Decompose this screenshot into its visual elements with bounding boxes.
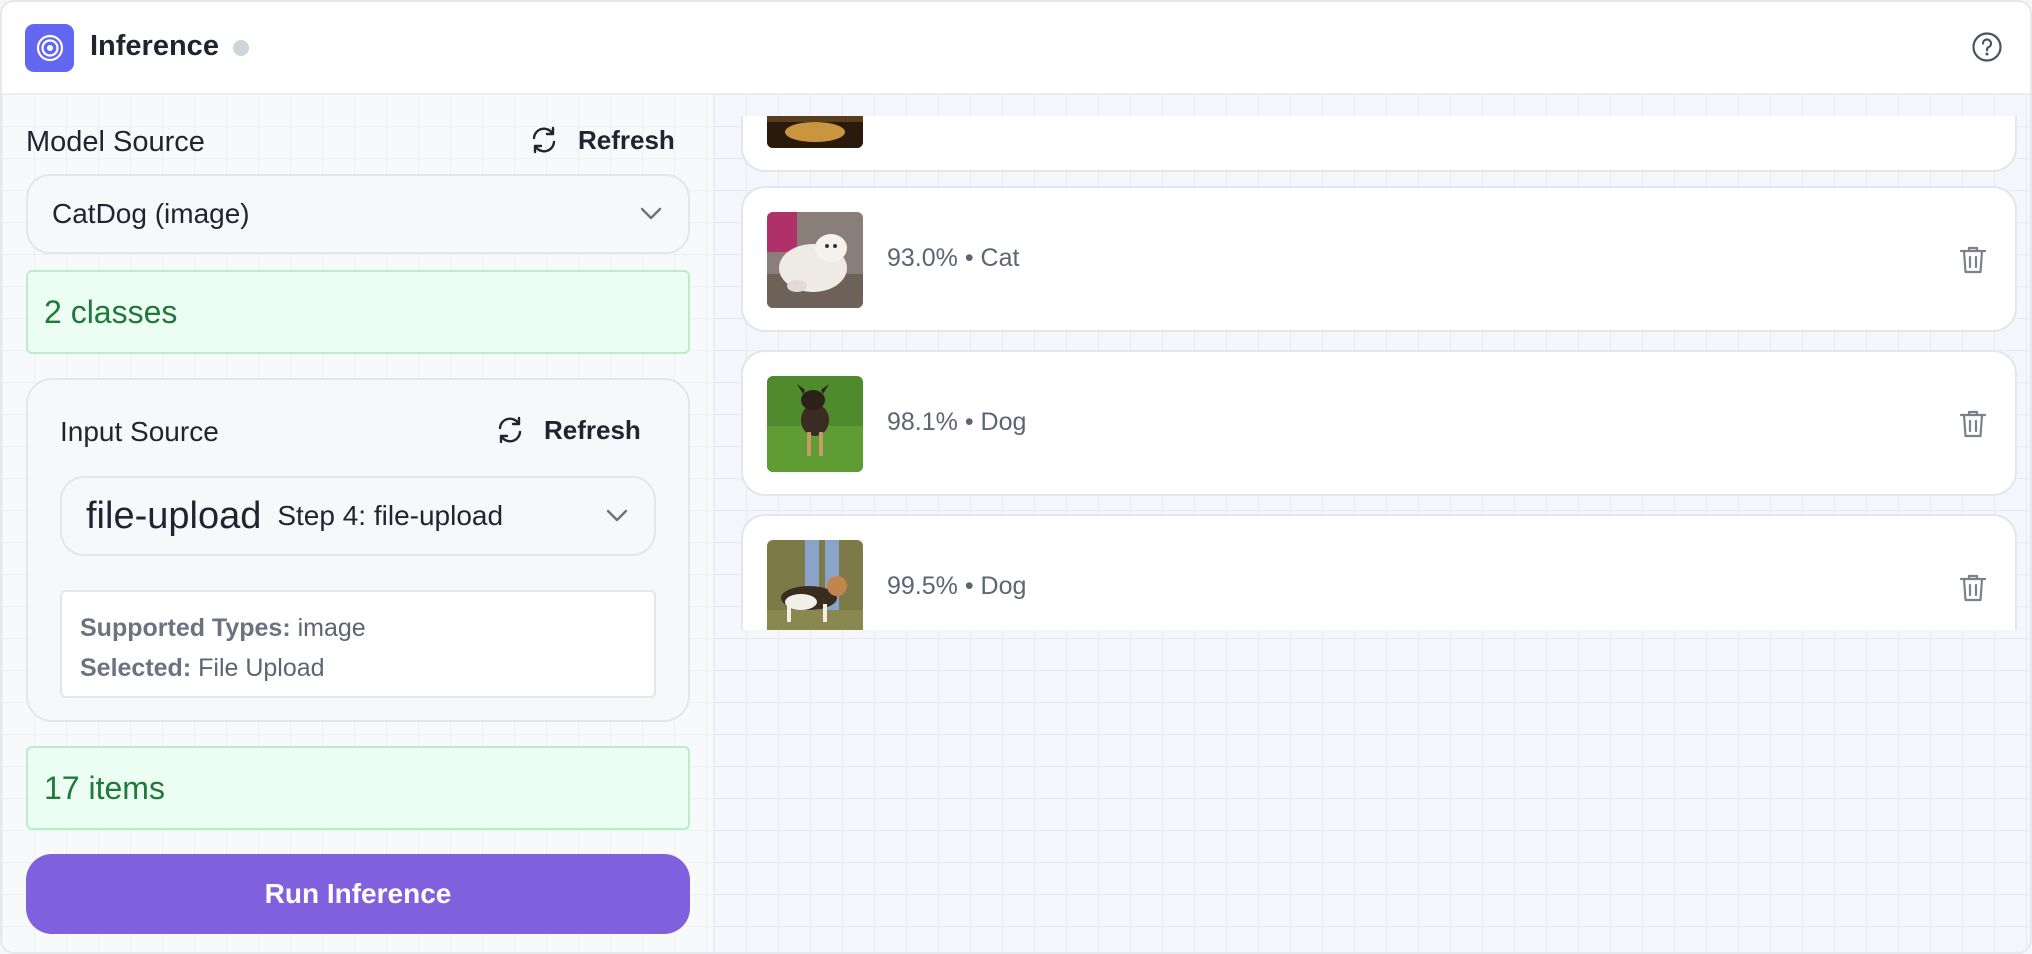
input-refresh-button[interactable]: Refresh	[494, 414, 641, 446]
result-card-partial	[741, 116, 2017, 172]
model-refresh-label: Refresh	[578, 124, 675, 155]
input-refresh-label: Refresh	[544, 414, 641, 445]
trash-icon[interactable]	[1955, 570, 1991, 606]
classes-badge: 2 classes	[26, 270, 690, 354]
refresh-icon	[532, 126, 556, 154]
page-title: Inference	[90, 30, 219, 62]
result-text: 98.1% • Dog	[887, 408, 1027, 436]
beagle-photo-thumbnail	[767, 540, 863, 630]
input-source-info: Supported Types: image Selected: File Up…	[60, 590, 656, 698]
result-card: 93.0% • Cat	[741, 186, 2017, 332]
cat-photo-thumbnail	[767, 212, 863, 308]
chevron-down-icon	[606, 509, 628, 522]
confidence-value: 99.5%	[887, 572, 958, 600]
items-badge: 17 items	[26, 746, 690, 830]
model-source-label: Model Source	[26, 126, 205, 158]
model-source-select[interactable]: CatDog (image)	[26, 174, 690, 254]
dog-photo-thumbnail	[767, 116, 863, 148]
supported-types-value: image	[297, 614, 366, 642]
dog-photo-thumbnail	[767, 376, 863, 472]
target-icon	[25, 24, 74, 72]
result-text: 93.0% • Cat	[887, 244, 1020, 272]
app-header: Inference	[2, 2, 2030, 94]
input-source-step: Step 4: file-upload	[277, 500, 504, 531]
class-label: Cat	[980, 244, 1020, 272]
model-source-value: CatDog (image)	[52, 198, 250, 229]
input-source-card: Input Source Refresh file-upload Step 4:…	[26, 378, 690, 722]
selected-label: Selected:	[80, 654, 192, 682]
refresh-icon	[498, 416, 522, 444]
class-label: Dog	[980, 408, 1027, 436]
trash-icon[interactable]	[1955, 242, 1991, 278]
inference-window: Inference Model Source Refresh CatDog (i…	[0, 0, 2032, 954]
result-text: 99.5% • Dog	[887, 572, 1027, 600]
result-card: 98.1% • Dog	[741, 350, 2017, 496]
model-refresh-button[interactable]: Refresh	[528, 124, 675, 156]
help-circle-icon[interactable]	[1970, 30, 2004, 64]
results-panel: 93.0% • Cat 98.1% • Dog 99.5% • Dog	[714, 94, 2030, 952]
supported-types-row: Supported Types: image	[80, 608, 636, 648]
input-source-name: file-upload	[86, 494, 262, 537]
class-label: Dog	[980, 572, 1027, 600]
selected-row: Selected: File Upload	[80, 648, 636, 688]
confidence-value: 93.0%	[887, 244, 958, 272]
config-panel: Model Source Refresh CatDog (image) 2 cl…	[2, 94, 714, 952]
supported-types-label: Supported Types:	[80, 614, 291, 642]
result-card: 99.5% • Dog	[741, 514, 2017, 630]
run-inference-button[interactable]: Run Inference	[26, 854, 690, 934]
status-indicator	[233, 40, 249, 56]
selected-value: File Upload	[198, 654, 325, 682]
input-source-select[interactable]: file-upload Step 4: file-upload	[60, 476, 656, 556]
input-source-label: Input Source	[60, 416, 219, 447]
trash-icon[interactable]	[1955, 406, 1991, 442]
results-list: 93.0% • Cat 98.1% • Dog 99.5% • Dog	[714, 116, 2030, 630]
confidence-value: 98.1%	[887, 408, 958, 436]
chevron-down-icon	[640, 207, 662, 220]
